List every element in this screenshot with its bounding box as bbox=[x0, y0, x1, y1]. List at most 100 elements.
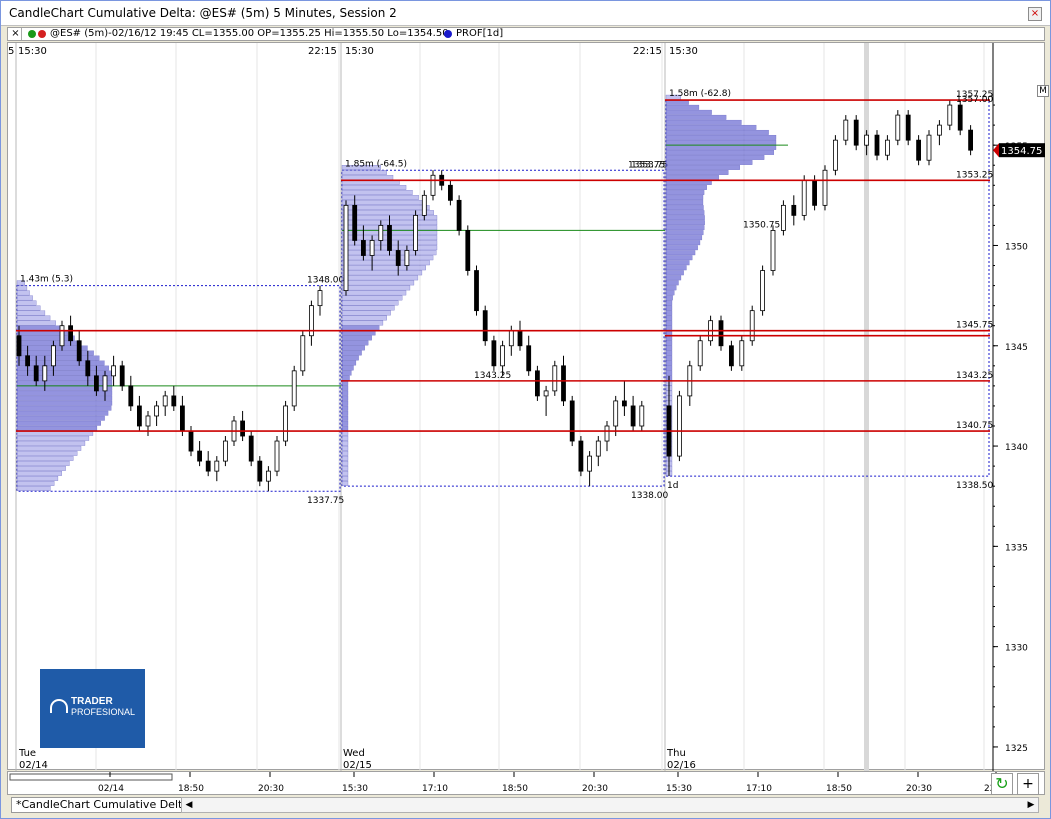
add-button[interactable]: + bbox=[1017, 773, 1039, 795]
time-axis-svg: 02/14 18:50 20:30 15:30 17:10 18:50 20:30 15:30… bbox=[9, 772, 998, 794]
candle-body bbox=[853, 119, 859, 146]
day-label: Tue bbox=[18, 748, 36, 759]
candle-body bbox=[102, 375, 108, 392]
profile-bar bbox=[341, 365, 354, 371]
price-chart-area[interactable]: 132513301335134013451350135515:3022:1515… bbox=[7, 42, 1049, 771]
candle-body bbox=[76, 340, 82, 362]
candle-body bbox=[378, 225, 384, 241]
profile-bar bbox=[341, 400, 349, 406]
profile-bar bbox=[16, 410, 109, 416]
profile-bar bbox=[16, 481, 55, 486]
candle-body bbox=[739, 340, 745, 367]
level-value-label: 1343.25 bbox=[956, 371, 993, 381]
profile-bar bbox=[341, 280, 415, 286]
profile-bar bbox=[341, 265, 426, 271]
candle-body bbox=[447, 184, 453, 201]
profile-bar bbox=[665, 350, 673, 356]
profile-bar bbox=[16, 435, 90, 441]
candle-body bbox=[145, 415, 151, 427]
tab-candlechart[interactable]: *CandleChart Cumulative Delta bbox=[11, 797, 195, 813]
volume-profile bbox=[665, 94, 777, 476]
profile-bar bbox=[341, 440, 349, 446]
menu-m-button[interactable]: M bbox=[1037, 85, 1049, 97]
price-tick-label: 1340 bbox=[1005, 443, 1028, 453]
session-low-label: 1338.50 bbox=[956, 481, 993, 491]
tab-bar: *CandleChart Cumulative Delta ◀ ▶ bbox=[7, 796, 1045, 814]
candle-body bbox=[718, 320, 724, 347]
profile-bar bbox=[341, 450, 349, 456]
top-time-label: 15:30 bbox=[345, 46, 374, 57]
profile-bar bbox=[341, 175, 394, 180]
info-close-icon[interactable]: × bbox=[10, 28, 22, 40]
candle-body bbox=[257, 460, 263, 482]
profile-bar bbox=[665, 150, 775, 155]
profile-bar bbox=[665, 295, 673, 301]
profile-bar bbox=[341, 290, 407, 296]
profile-bar bbox=[16, 405, 112, 411]
profile-bar bbox=[665, 370, 673, 376]
candle-body bbox=[59, 325, 65, 347]
close-button[interactable]: × bbox=[1028, 7, 1042, 21]
candle-body bbox=[482, 310, 488, 342]
profile-bar bbox=[665, 195, 704, 200]
price-tick-label: 1345 bbox=[1005, 343, 1028, 353]
candle-body bbox=[465, 230, 471, 271]
profile-bar bbox=[665, 230, 704, 236]
profile-bar bbox=[341, 305, 395, 311]
profile-bar bbox=[341, 475, 349, 481]
day-label: Wed bbox=[343, 748, 365, 759]
profile-bar bbox=[341, 405, 349, 411]
profile-bar bbox=[341, 270, 423, 276]
profile-bar bbox=[16, 470, 62, 476]
candle-body bbox=[456, 199, 462, 231]
profile-bar bbox=[341, 190, 413, 195]
profile-bar bbox=[665, 300, 673, 306]
horizontal-scrollbar[interactable]: ◀ ▶ bbox=[181, 797, 1039, 813]
refresh-button[interactable]: ↻ bbox=[991, 773, 1013, 795]
profile-bar bbox=[665, 124, 757, 130]
profile-bar bbox=[665, 360, 673, 366]
profile-bar bbox=[16, 295, 33, 301]
profile-bar bbox=[341, 425, 349, 431]
session-low-label: 1338.00 bbox=[631, 491, 668, 501]
profile-bar bbox=[665, 345, 673, 351]
profile-bar bbox=[341, 460, 349, 466]
candle-body bbox=[119, 365, 125, 387]
candle-body bbox=[622, 400, 627, 407]
session-group bbox=[341, 165, 665, 487]
profile-bar bbox=[665, 245, 698, 251]
candle-body bbox=[291, 370, 297, 407]
candle-body bbox=[822, 169, 828, 206]
time-tick-label: 02/14 bbox=[98, 784, 124, 794]
profile-bar bbox=[665, 190, 705, 195]
candle-body bbox=[639, 405, 645, 427]
candle-body bbox=[111, 365, 116, 377]
session-volume-label: 1.43m (5.3) bbox=[20, 275, 73, 285]
profile-bar bbox=[341, 355, 359, 361]
profile-bar bbox=[341, 335, 372, 341]
candle-body bbox=[833, 139, 838, 171]
profile-bar bbox=[16, 310, 46, 316]
title-bar[interactable]: CandleChart Cumulative Delta: @ES# (5m) … bbox=[1, 1, 1050, 26]
candle-body bbox=[171, 395, 177, 407]
profile-bar bbox=[665, 129, 769, 135]
scroll-left-icon[interactable]: ◀ bbox=[182, 798, 196, 812]
candle-body bbox=[136, 405, 142, 427]
profile-bar bbox=[341, 310, 391, 316]
candle-body bbox=[937, 124, 942, 136]
profile-bar bbox=[665, 315, 673, 321]
level-mid-label: 1343.25 bbox=[474, 371, 511, 381]
level-mid-label: 1350.75 bbox=[743, 220, 780, 230]
candle-body bbox=[864, 134, 869, 146]
scroll-right-icon[interactable]: ▶ bbox=[1024, 798, 1038, 812]
window-title: CandleChart Cumulative Delta: @ES# (5m) … bbox=[9, 6, 397, 20]
candle-body bbox=[578, 440, 584, 472]
logo-arch-icon bbox=[50, 699, 68, 713]
price-tick-label: 1325 bbox=[1005, 744, 1028, 754]
profile-bar bbox=[341, 260, 430, 266]
profile-bar bbox=[665, 275, 682, 281]
candlestick-chart[interactable]: 132513301335134013451350135515:3022:1515… bbox=[8, 43, 1046, 771]
time-axis[interactable]: 02/14 18:50 20:30 15:30 17:10 18:50 20:30 15:30… bbox=[7, 771, 1045, 795]
candle-body bbox=[916, 139, 921, 161]
candle-body bbox=[369, 240, 375, 256]
